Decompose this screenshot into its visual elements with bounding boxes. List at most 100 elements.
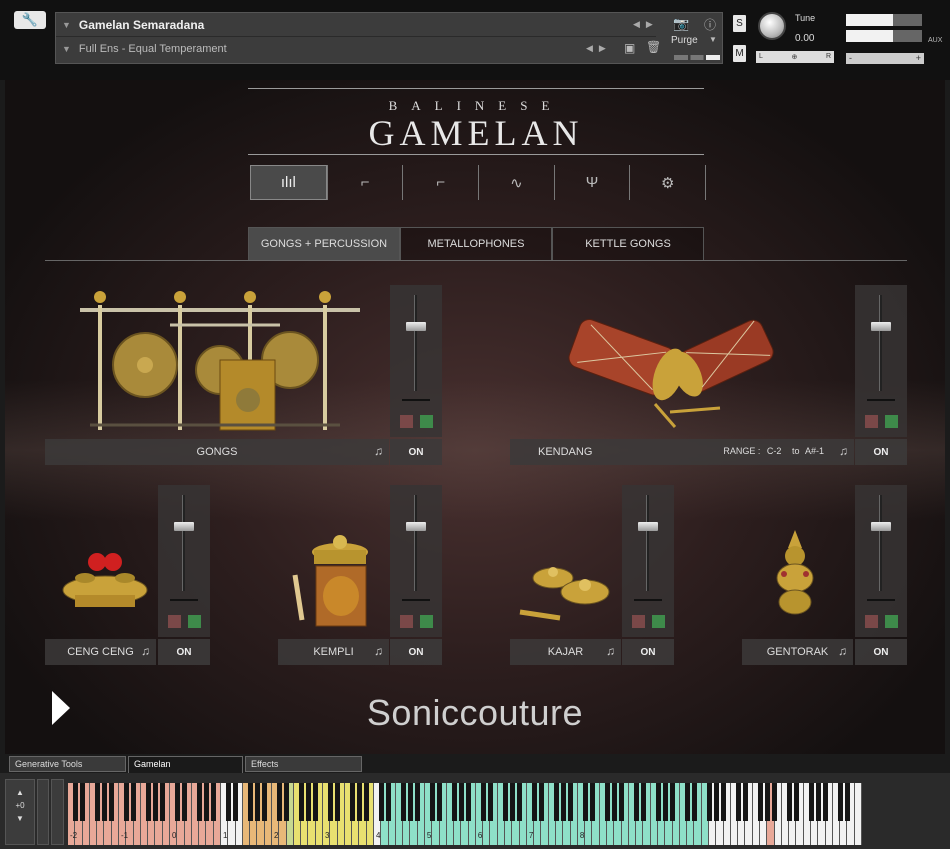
black-key[interactable] [131, 783, 137, 821]
black-key[interactable] [145, 783, 151, 821]
volume-minus[interactable]: - [849, 53, 852, 64]
settings-page-button[interactable]: ⚙ [629, 165, 707, 200]
black-key[interactable] [458, 783, 464, 821]
gongs-midi-icon[interactable]: ♫ [374, 444, 383, 458]
black-key[interactable] [611, 783, 617, 821]
black-key[interactable] [684, 783, 690, 821]
black-key[interactable] [509, 783, 515, 821]
kendang-label-bar[interactable]: KENDANG RANGE : C-2 to A#-1 ♫ [510, 439, 854, 465]
purge-dropdown-icon[interactable]: ▼ [709, 35, 717, 44]
kempli-solo-button[interactable] [420, 615, 433, 628]
gentorak-on-button[interactable]: ON [855, 639, 907, 665]
black-key[interactable] [327, 783, 333, 821]
black-key[interactable] [174, 783, 180, 821]
ceng-ceng-solo-button[interactable] [188, 615, 201, 628]
ceng-ceng-volume-fader[interactable] [174, 522, 194, 531]
pitch-mod-panel[interactable]: ▲ +0 ▼ [5, 779, 35, 845]
tab-effects[interactable]: Effects [245, 756, 362, 772]
save-icon[interactable]: ▣ [624, 41, 635, 55]
camera-icon[interactable]: 📷 [673, 16, 689, 32]
envelope-page-button[interactable]: ⌐ [326, 165, 403, 200]
black-key[interactable] [94, 783, 100, 821]
black-key[interactable] [815, 783, 821, 821]
range-from[interactable]: C-2 [767, 446, 782, 456]
black-key[interactable] [735, 783, 741, 821]
ceng-ceng-on-button[interactable]: ON [158, 639, 210, 665]
black-key[interactable] [837, 783, 843, 821]
kendang-mute-button[interactable] [865, 415, 878, 428]
black-key[interactable] [364, 783, 370, 821]
tune-knob[interactable] [758, 12, 786, 40]
ceng-ceng-mute-button[interactable] [168, 615, 181, 628]
kajar-on-button[interactable]: ON [622, 639, 674, 665]
black-key[interactable] [160, 783, 166, 821]
black-key[interactable] [517, 783, 523, 821]
black-key[interactable] [356, 783, 362, 821]
kempli-label-bar[interactable]: KEMPLI ♫ [278, 639, 389, 665]
black-key[interactable] [123, 783, 129, 821]
gongs-solo-button[interactable] [420, 415, 433, 428]
black-key[interactable] [786, 783, 792, 821]
gongs-volume-fader[interactable] [406, 322, 426, 331]
black-key[interactable] [305, 783, 311, 821]
black-key[interactable] [429, 783, 435, 821]
volume-plus[interactable]: + [916, 53, 921, 64]
black-key[interactable] [72, 783, 78, 821]
black-key[interactable] [225, 783, 231, 821]
ceng-ceng-midi-icon[interactable]: ♫ [141, 644, 150, 658]
gentorak-solo-button[interactable] [885, 615, 898, 628]
kajar-mute-button[interactable] [632, 615, 645, 628]
black-key[interactable] [721, 783, 727, 821]
black-key[interactable] [386, 783, 391, 821]
black-key[interactable] [335, 783, 341, 821]
gentorak-label-bar[interactable]: GENTORAK ♫ [742, 639, 853, 665]
black-key[interactable] [254, 783, 260, 821]
black-key[interactable] [487, 783, 493, 821]
kajar-solo-button[interactable] [652, 615, 665, 628]
black-key[interactable] [313, 783, 319, 821]
black-key[interactable] [640, 783, 646, 821]
kendang-solo-button[interactable] [885, 415, 898, 428]
gentorak-mute-button[interactable] [865, 615, 878, 628]
black-key[interactable] [823, 783, 829, 821]
kendang-midi-icon[interactable]: ♫ [839, 444, 848, 458]
black-key[interactable] [670, 783, 676, 821]
black-key[interactable] [589, 783, 595, 821]
black-key[interactable] [662, 783, 668, 821]
kempli-on-button[interactable]: ON [390, 639, 442, 665]
volume-slider[interactable]: - + [846, 53, 924, 64]
instrument-nav-arrows-icon[interactable]: ◀▶ [633, 19, 659, 30]
black-key[interactable] [742, 783, 748, 821]
black-key[interactable] [466, 783, 472, 821]
tab-generative-tools[interactable]: Generative Tools [9, 756, 126, 772]
black-key[interactable] [415, 783, 421, 821]
black-key[interactable] [691, 783, 697, 821]
black-key[interactable] [407, 783, 413, 821]
kajar-volume-fader[interactable] [638, 522, 658, 531]
black-key[interactable] [582, 783, 588, 821]
collapse-triangle-icon[interactable]: ▼ [62, 20, 71, 30]
black-key[interactable] [262, 783, 268, 821]
octave-up-icon[interactable]: ▲ [6, 788, 34, 797]
solo-button[interactable]: S [733, 15, 746, 32]
gentorak-volume-fader[interactable] [871, 522, 891, 531]
tab-kettle-gongs[interactable]: KETTLE GONGS [552, 227, 704, 260]
white-key[interactable] [854, 783, 862, 845]
preset-nav-arrows-icon[interactable]: ◀▶ [586, 43, 612, 54]
black-key[interactable] [152, 783, 158, 821]
gongs-on-button[interactable]: ON [390, 439, 442, 465]
black-key[interactable] [480, 783, 486, 821]
black-key[interactable] [182, 783, 188, 821]
tab-gamelan[interactable]: Gamelan [128, 756, 243, 773]
instrument-name-row[interactable]: ▼ Gamelan Semaradana [56, 13, 656, 37]
preset-triangle-icon[interactable]: ▼ [62, 44, 71, 54]
filter-page-button[interactable]: ∿ [478, 165, 554, 200]
tune-value[interactable]: 0.00 [795, 33, 814, 44]
pitch-wheel[interactable] [37, 779, 49, 845]
black-key[interactable] [619, 783, 625, 821]
black-key[interactable] [109, 783, 115, 821]
piano-keyboard[interactable]: -2 -1 0 1 2 3 4 5 6 7 8 [68, 783, 862, 845]
preset-name[interactable]: Full Ens - Equal Temperament [79, 43, 227, 55]
kendang-on-button[interactable]: ON [855, 439, 907, 465]
tab-gongs-percussion[interactable]: GONGS + PERCUSSION [248, 227, 400, 260]
